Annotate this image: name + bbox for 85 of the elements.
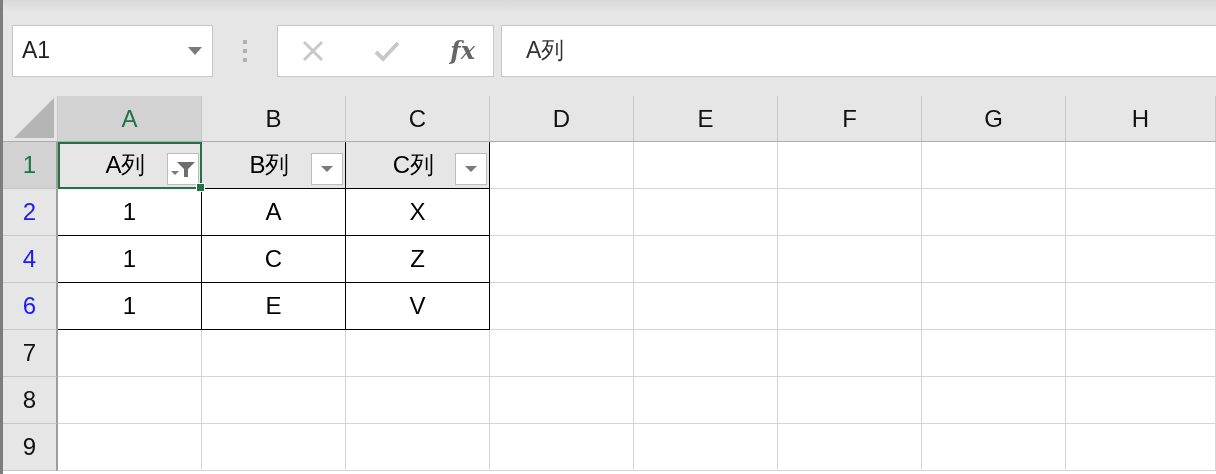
filter-button[interactable] (311, 153, 343, 185)
empty-cell[interactable] (922, 189, 1066, 236)
column-header[interactable]: B (202, 96, 346, 142)
row-header[interactable]: 1 (3, 142, 58, 189)
empty-cell[interactable] (922, 236, 1066, 283)
cancel-button[interactable] (302, 39, 324, 62)
empty-cell[interactable] (778, 142, 922, 189)
fill-handle[interactable] (196, 183, 205, 192)
empty-cell[interactable] (1066, 236, 1216, 283)
empty-cell[interactable] (1066, 283, 1216, 330)
caret-icon (465, 166, 477, 172)
filter-button[interactable] (455, 153, 487, 185)
empty-cell[interactable] (922, 424, 1066, 471)
table-cell: 1 (58, 236, 202, 283)
row-header[interactable]: 2 (3, 189, 58, 236)
filter-button[interactable] (167, 153, 199, 185)
empty-cell[interactable] (490, 283, 634, 330)
empty-cell[interactable] (778, 377, 922, 424)
empty-cell[interactable] (634, 330, 778, 377)
empty-cell[interactable] (346, 424, 490, 471)
column-header[interactable]: A (58, 96, 202, 142)
row-header[interactable]: 8 (3, 377, 58, 424)
empty-cell[interactable] (634, 236, 778, 283)
empty-cell[interactable] (490, 377, 634, 424)
table-cell: E (202, 283, 346, 330)
enter-button[interactable] (374, 39, 401, 62)
empty-cell[interactable] (922, 377, 1066, 424)
column-header[interactable]: E (634, 96, 778, 142)
column-header[interactable]: G (922, 96, 1066, 142)
empty-cell[interactable] (778, 330, 922, 377)
empty-cell[interactable] (202, 330, 346, 377)
empty-cell[interactable] (490, 189, 634, 236)
empty-cell[interactable] (922, 283, 1066, 330)
empty-cell[interactable] (490, 424, 634, 471)
empty-cell[interactable] (778, 283, 922, 330)
table-cell: X (346, 189, 490, 236)
insert-function-button[interactable]: fx (450, 36, 475, 65)
empty-cell[interactable] (346, 377, 490, 424)
empty-cell[interactable] (1066, 330, 1216, 377)
empty-cell[interactable] (1066, 424, 1216, 471)
empty-cell[interactable] (1066, 142, 1216, 189)
table-cell: 1 (58, 189, 202, 236)
table-cell: C (202, 236, 346, 283)
table-cell: V (346, 283, 490, 330)
empty-cell[interactable] (634, 189, 778, 236)
empty-cell[interactable] (778, 236, 922, 283)
column-header[interactable]: H (1066, 96, 1216, 142)
column-label: A列 (105, 150, 146, 180)
table-cell: 1 (58, 283, 202, 330)
empty-cell[interactable] (1066, 189, 1216, 236)
column-header[interactable]: F (778, 96, 922, 142)
table-cell: Z (346, 236, 490, 283)
select-all-icon[interactable] (14, 98, 54, 138)
row-header[interactable]: 7 (3, 330, 58, 377)
header-cell[interactable]: B列 (202, 142, 346, 189)
column-label: B列 (249, 150, 290, 180)
column-label: C列 (392, 150, 435, 180)
empty-cell[interactable] (778, 189, 922, 236)
empty-cell[interactable] (1066, 377, 1216, 424)
header-cell[interactable]: C列 (346, 142, 490, 189)
name-box[interactable]: A1 (12, 24, 213, 77)
column-header[interactable]: C (346, 96, 490, 142)
row-header[interactable]: 6 (3, 283, 58, 330)
empty-cell[interactable] (778, 424, 922, 471)
empty-cell[interactable] (490, 330, 634, 377)
empty-cell[interactable] (490, 236, 634, 283)
empty-cell[interactable] (922, 330, 1066, 377)
table-cell: A (202, 189, 346, 236)
grip-icon[interactable] (242, 39, 248, 62)
row-header[interactable]: 4 (3, 236, 58, 283)
row-header[interactable]: 9 (3, 424, 58, 471)
empty-cell[interactable] (346, 330, 490, 377)
empty-cell[interactable] (202, 377, 346, 424)
filter-icon (170, 160, 196, 178)
empty-cell[interactable] (634, 424, 778, 471)
empty-cell[interactable] (634, 142, 778, 189)
column-header[interactable]: D (490, 96, 634, 142)
empty-cell[interactable] (634, 283, 778, 330)
formula-bar[interactable]: A列 (501, 24, 1216, 77)
header-cell[interactable]: A列 (58, 142, 202, 189)
empty-cell[interactable] (634, 377, 778, 424)
caret-icon (321, 166, 333, 172)
caret-icon (188, 46, 202, 55)
empty-cell[interactable] (202, 424, 346, 471)
empty-cell[interactable] (922, 142, 1066, 189)
